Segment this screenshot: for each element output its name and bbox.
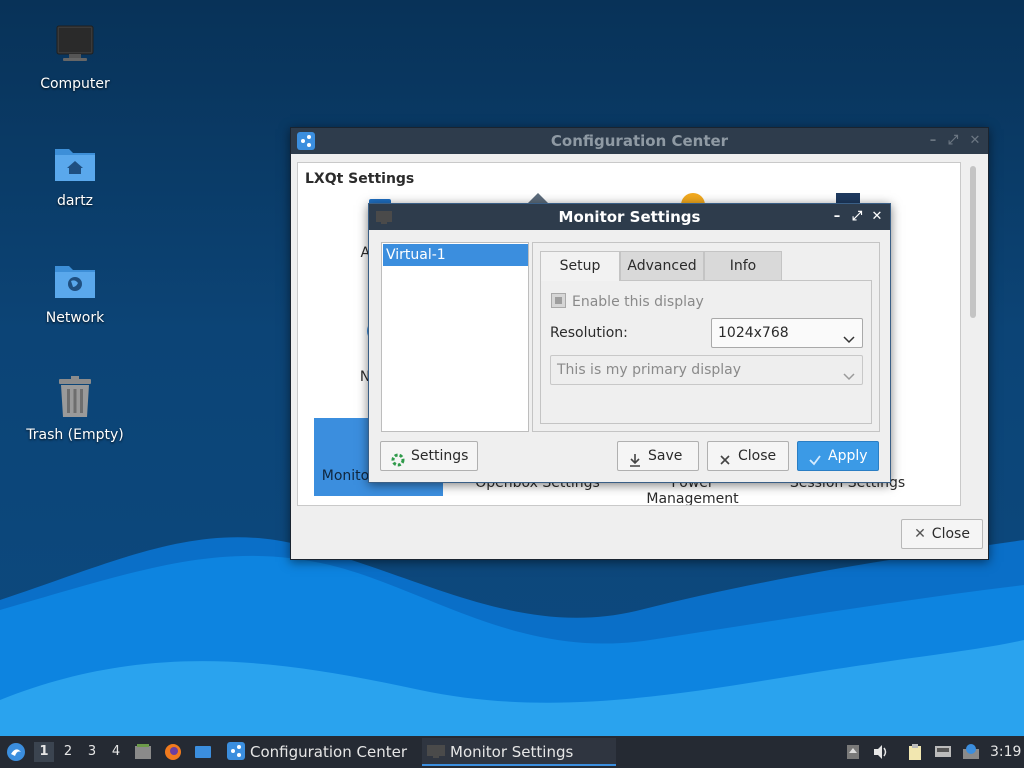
- taskbar: 1 2 3 4 Configuration Center Monitor Set…: [0, 736, 1024, 768]
- desktop-icon-label: Computer: [40, 76, 110, 92]
- button-label: Settings: [411, 448, 469, 464]
- show-desktop-icon[interactable]: [194, 743, 212, 761]
- resolution-dropdown[interactable]: 1024x768: [711, 318, 863, 348]
- section-heading: LXQt Settings: [305, 171, 415, 187]
- network-folder-icon: [51, 256, 99, 304]
- workspace-4[interactable]: 4: [106, 742, 126, 762]
- close-button[interactable]: Close: [707, 441, 789, 471]
- resolution-label: Resolution:: [550, 325, 628, 341]
- save-button[interactable]: Save: [617, 441, 699, 471]
- firefox-icon[interactable]: [164, 743, 182, 761]
- start-menu-icon[interactable]: [6, 742, 26, 762]
- button-label: Save: [648, 448, 683, 464]
- workspace-2[interactable]: 2: [58, 742, 78, 762]
- config-center-icon: [226, 741, 246, 761]
- primary-display-value: This is my primary display: [557, 362, 742, 378]
- clock[interactable]: 3:19: [990, 736, 1021, 768]
- config-close-button[interactable]: ✕ Close: [901, 519, 983, 549]
- minimize-button[interactable]: –: [827, 204, 847, 230]
- upload-icon[interactable]: [844, 743, 862, 761]
- button-label: Close: [738, 448, 777, 464]
- tab-setup[interactable]: Setup: [540, 251, 620, 281]
- monitor-settings-dialog: Monitor Settings – ⤢ ✕ Virtual-1 Setup A…: [368, 203, 891, 483]
- task-monitor-settings[interactable]: Monitor Settings: [422, 738, 616, 766]
- close-window-button[interactable]: ✕: [965, 128, 985, 154]
- task-label: Monitor Settings: [450, 743, 574, 761]
- task-configuration-center[interactable]: Configuration Center: [224, 738, 420, 766]
- tab-frame: Setup Advanced Info Enable this display …: [532, 242, 880, 432]
- clipboard-icon[interactable]: [906, 743, 924, 761]
- checkbox-box: [551, 293, 566, 308]
- check-icon: [808, 449, 822, 466]
- workspace-1[interactable]: 1: [34, 742, 54, 762]
- desktop-icon-home[interactable]: dartz: [20, 139, 130, 209]
- network-icon[interactable]: [934, 743, 952, 761]
- monitor-titlebar[interactable]: Monitor Settings – ⤢ ✕: [369, 204, 890, 230]
- resolution-value: 1024x768: [718, 325, 789, 341]
- home-folder-icon: [51, 139, 99, 187]
- settings-button[interactable]: Settings: [380, 441, 478, 471]
- chevron-down-icon: [843, 364, 855, 381]
- desktop-icon-label: dartz: [56, 193, 94, 209]
- computer-icon: [51, 22, 99, 70]
- monitor-title: Monitor Settings: [558, 208, 701, 226]
- config-center-icon: [297, 132, 315, 150]
- desktop-icon-label: Network: [45, 310, 105, 326]
- monitor-settings-icon: [426, 741, 446, 761]
- setup-panel: Enable this display Resolution: 1024x768…: [540, 280, 872, 424]
- desktop-icon-label: Trash (Empty): [26, 427, 124, 443]
- desktop: Computer dartz Network Trash (Empty) Con…: [0, 0, 1024, 736]
- desktop-icon-network[interactable]: Network: [20, 256, 130, 326]
- volume-icon[interactable]: [872, 743, 890, 761]
- minimize-button[interactable]: –: [923, 128, 943, 154]
- checkbox-label: Enable this display: [572, 294, 704, 310]
- task-label: Configuration Center: [250, 743, 407, 761]
- desktop-icon-computer[interactable]: Computer: [20, 22, 130, 92]
- button-label: Close: [931, 526, 970, 542]
- config-titlebar[interactable]: Configuration Center – ⤢ ✕: [291, 128, 988, 154]
- chevron-down-icon: [843, 327, 855, 344]
- monitor-settings-icon: [375, 208, 393, 226]
- maximize-button[interactable]: ⤢: [847, 204, 867, 230]
- file-manager-icon[interactable]: [134, 743, 152, 761]
- trash-icon: [51, 373, 99, 421]
- monitor-list-item[interactable]: Virtual-1: [383, 244, 528, 266]
- close-icon: ✕: [914, 526, 926, 542]
- monitor-list[interactable]: Virtual-1: [381, 242, 529, 432]
- update-notifier-icon[interactable]: [962, 743, 980, 761]
- primary-display-dropdown[interactable]: This is my primary display: [550, 355, 863, 385]
- maximize-button[interactable]: ⤢: [943, 128, 963, 154]
- tab-advanced[interactable]: Advanced: [620, 251, 704, 280]
- apply-button[interactable]: Apply: [797, 441, 879, 471]
- download-icon: [628, 449, 642, 467]
- close-icon: [718, 449, 732, 465]
- close-window-button[interactable]: ✕: [867, 204, 887, 230]
- scrollbar-thumb[interactable]: [970, 166, 976, 318]
- enable-display-checkbox[interactable]: Enable this display: [551, 293, 704, 310]
- config-title: Configuration Center: [550, 132, 729, 150]
- button-label: Apply: [828, 448, 868, 464]
- tab-info[interactable]: Info: [704, 251, 782, 280]
- workspace-3[interactable]: 3: [82, 742, 102, 762]
- config-scrollbar[interactable]: [966, 164, 980, 504]
- desktop-icon-trash[interactable]: Trash (Empty): [20, 373, 130, 443]
- settings-icon: [391, 449, 405, 467]
